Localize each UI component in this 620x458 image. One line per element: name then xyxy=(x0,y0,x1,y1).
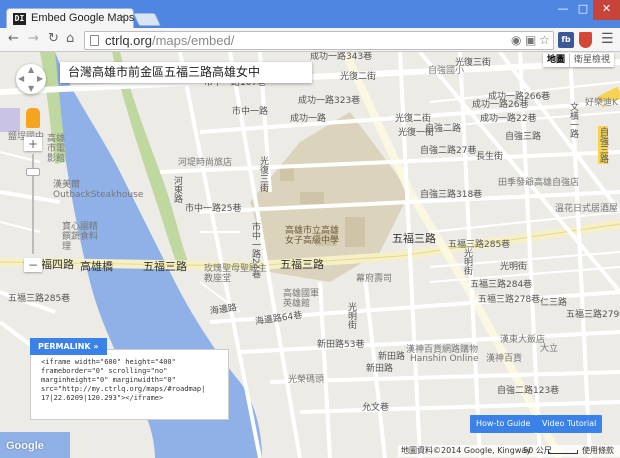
howto-guide-button[interactable]: How-to Guide xyxy=(470,415,537,433)
map-label: 成功一路 xyxy=(290,114,327,124)
pan-down-icon[interactable]: ▼ xyxy=(28,84,34,93)
map-label: 新田路 xyxy=(366,364,394,374)
map-label: 大立 xyxy=(540,344,559,354)
attribution-text: 地圖資料©2014 Google, Kingway xyxy=(401,446,531,455)
pan-right-icon[interactable]: ▶ xyxy=(37,74,43,83)
map-label: 自強二路27巷 xyxy=(420,146,477,156)
map-label: 田季發爺高雄自強店 xyxy=(498,178,580,188)
map-label: 仁三路 xyxy=(540,298,568,308)
map-label: 漢神百貨 xyxy=(486,354,523,364)
map-label: 河堤時尚旅店 xyxy=(178,158,233,168)
pan-up-icon[interactable]: ▲ xyxy=(28,65,34,74)
map-label: 五福三路 xyxy=(392,232,436,245)
google-logo: Google xyxy=(6,440,44,452)
map-label: 河東路 xyxy=(172,176,182,203)
map-label: 自強三路318巷 xyxy=(420,190,483,200)
map-label: 自強二路 xyxy=(425,124,462,134)
hamburger-menu-icon[interactable]: ☰ xyxy=(601,31,614,47)
map-label: 成功一路343巷 xyxy=(310,52,373,62)
new-tab-button[interactable] xyxy=(132,13,162,26)
pan-control[interactable]: ▲ ▼ ◀ ▶ xyxy=(16,64,46,94)
map-label: 光明街 xyxy=(346,302,356,329)
map-label: Hanshin Online xyxy=(410,354,479,364)
window-titlebar: DI Embed Google Maps - S × — □ ✕ xyxy=(0,0,620,29)
terms-link[interactable]: 使用條款 xyxy=(582,445,614,457)
map-label: 光復二街 xyxy=(395,114,432,124)
maximize-button[interactable]: □ xyxy=(573,0,593,20)
video-tutorial-button[interactable]: Video Tutorial xyxy=(536,415,603,433)
map-label: 幕府壽司 xyxy=(356,274,393,284)
map-label: 五福三路285巷 xyxy=(8,294,71,304)
facebook-extension-icon[interactable]: fb xyxy=(558,32,574,48)
map-label: 光明街 xyxy=(500,262,528,272)
map-label: 溫花日式居酒屋 xyxy=(555,204,619,214)
pan-left-icon[interactable]: ◀ xyxy=(18,74,24,83)
map-label: 新田路53巷 xyxy=(317,340,365,350)
map-type-control: 地圖 衛星檢視 xyxy=(542,53,614,67)
browser-tab[interactable]: DI Embed Google Maps - S × xyxy=(6,8,151,29)
map-label: 自強三路 xyxy=(598,126,608,164)
map-label: 漢東大飯店 xyxy=(500,335,546,345)
browser-toolbar: ← → ↻ ⌂ ctrlq.org/maps/embed/ ◉ ▣ ☆ fb ☰ xyxy=(0,28,620,52)
map-label: 自強國小 xyxy=(428,66,465,76)
map-label: 自強二路123巷 xyxy=(497,386,560,396)
map-label: 五福三路285巷 xyxy=(448,240,511,250)
map-label: 五福三路278巷 xyxy=(478,295,541,305)
map-type-map[interactable]: 地圖 xyxy=(543,53,570,67)
map-label: 高雄市電影館 xyxy=(47,134,66,164)
school-label: 高雄市立高雄女子高級中學 xyxy=(284,226,339,246)
shield-extension-icon[interactable] xyxy=(579,32,592,48)
map-label: 允文巷 xyxy=(362,403,390,413)
translate-icon[interactable]: ▣ xyxy=(525,33,536,47)
map-label: 寶心園精饌蔬食料理 xyxy=(62,222,99,252)
zoom-slider-handle[interactable] xyxy=(26,168,40,176)
map-label: 成功一路26巷 xyxy=(472,100,529,110)
url-text: ctrlq.org/maps/embed/ xyxy=(105,33,235,48)
map-label: 光榮碼頭 xyxy=(288,375,325,385)
map-label: 成功一路323巷 xyxy=(298,96,361,106)
map-label: 市中一路 xyxy=(232,107,269,117)
favicon-icon: DI xyxy=(13,13,26,25)
scale-bar xyxy=(548,450,578,454)
map-label: 長生街 xyxy=(476,152,504,162)
map-label: 五福三路 xyxy=(143,260,187,273)
map-label: 玫瑰聖母聖殿主教座堂 xyxy=(204,264,268,284)
map-label: 高雄橋 xyxy=(80,260,113,273)
map-search-box[interactable]: 台灣高雄市前金區五福三路高雄女中 xyxy=(60,62,312,83)
forward-arrow-icon[interactable]: → xyxy=(28,32,39,46)
minimize-button[interactable]: — xyxy=(553,0,573,20)
map-label: 五福三路284巷 xyxy=(470,280,533,290)
close-window-button[interactable]: ✕ xyxy=(593,0,620,20)
location-icon[interactable]: ◉ xyxy=(511,33,521,47)
map-label: 高雄國軍英雄館 xyxy=(283,289,320,309)
star-icon[interactable]: ☆ xyxy=(539,33,550,47)
zoom-in-button[interactable]: + xyxy=(24,137,42,151)
map-label: 光明街 xyxy=(462,248,472,275)
map-label: 漢美爾 OutbackSteakhouse xyxy=(53,180,144,200)
home-icon[interactable]: ⌂ xyxy=(66,32,74,46)
map-label: 五福三路 xyxy=(280,258,324,271)
map-canvas[interactable]: 光復三街 成功一路343巷 市中一路107巷 市中一路 光復二街 成功一路323… xyxy=(0,52,620,458)
map-label: 五福三路279巷 xyxy=(566,310,620,320)
map-label: 新田路 xyxy=(378,352,406,362)
map-label: 好樂迪K xyxy=(585,98,618,108)
map-label: 市中一路25巷 xyxy=(185,204,242,214)
map-label: 光復二街 xyxy=(340,72,377,82)
page-icon xyxy=(90,35,99,46)
map-attribution: 地圖資料©2014 Google, Kingway 50 公尺 使用條款 xyxy=(398,445,620,457)
embed-code-box[interactable]: <iframe width="600" height="400" framebo… xyxy=(30,349,229,420)
map-label: 成功一路22巷 xyxy=(480,114,537,124)
embed-code[interactable]: <iframe width="600" height="400" framebo… xyxy=(41,358,228,403)
map-label: 文橫一路 xyxy=(568,102,578,138)
street-view-pegman-icon[interactable] xyxy=(26,108,40,128)
back-arrow-icon[interactable]: ← xyxy=(8,32,19,46)
map-label: 自強三路 xyxy=(505,132,542,142)
close-tab-icon[interactable]: × xyxy=(119,12,127,23)
address-bar[interactable]: ctrlq.org/maps/embed/ ◉ ▣ ☆ xyxy=(84,31,554,50)
permalink-button[interactable]: PERMALINK » xyxy=(30,338,107,355)
map-type-satellite[interactable]: 衛星檢視 xyxy=(570,53,614,67)
map-label: 光復三街 xyxy=(258,156,268,192)
zoom-out-button[interactable]: − xyxy=(24,258,42,272)
reload-icon[interactable]: ↻ xyxy=(48,32,59,46)
